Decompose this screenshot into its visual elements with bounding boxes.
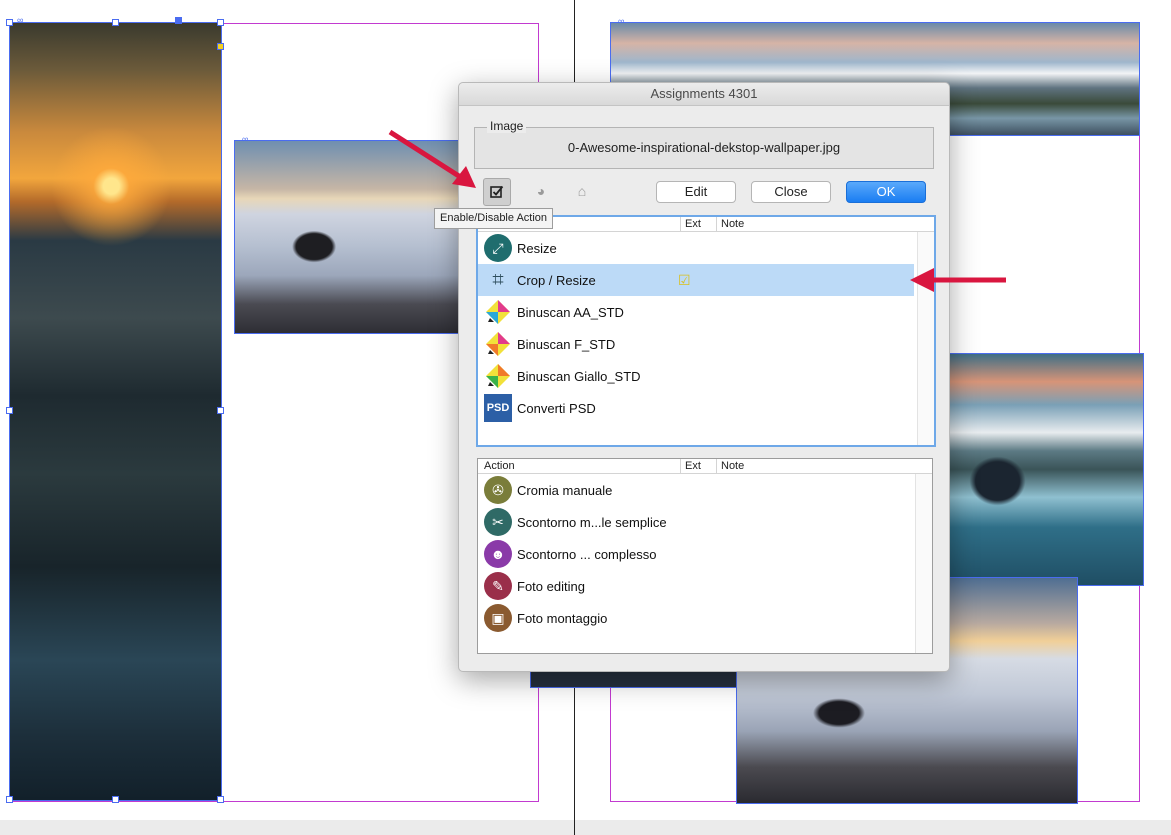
action-label: Cromia manuale (517, 482, 613, 498)
frame-handle[interactable] (6, 19, 13, 26)
action-row-binuscan-giallo[interactable]: Binuscan Giallo_STD (478, 360, 934, 392)
home-icon: ⌂ (577, 183, 587, 199)
image-frame-sunset[interactable] (9, 22, 222, 801)
action-label: Crop / Resize (517, 272, 596, 288)
photos-icon: ▣ (484, 604, 512, 632)
assigned-actions-list[interactable]: Action Ext Note ⤢ Resize ⌗ Crop / Resize… (476, 215, 936, 447)
binuscan-icon (484, 330, 512, 358)
dialog-title: Assignments 4301 (459, 83, 949, 106)
edit-button[interactable]: Edit (656, 181, 736, 203)
column-note[interactable]: Note (716, 217, 744, 231)
column-note[interactable]: Note (716, 459, 744, 473)
frame-handle[interactable] (217, 407, 224, 414)
action-row-resize[interactable]: ⤢ Resize (478, 232, 934, 264)
home-button[interactable]: ⌂ (569, 178, 595, 204)
action-row-cromia-manuale[interactable]: ✇ Cromia manuale (478, 474, 932, 506)
action-row-scontorno-complesso[interactable]: ☻ Scontorno ... complesso (478, 538, 932, 570)
action-row-binuscan-aa[interactable]: Binuscan AA_STD (478, 296, 934, 328)
tooltip: Enable/Disable Action (434, 208, 554, 229)
action-label: Scontorno ... complesso (517, 546, 657, 562)
resize-icon: ⤢ (484, 234, 512, 262)
image-filename: 0-Awesome-inspirational-dekstop-wallpape… (567, 140, 841, 155)
ok-button[interactable]: OK (846, 181, 926, 203)
action-row-foto-montaggio[interactable]: ▣ Foto montaggio (478, 602, 932, 634)
people-icon: ☻ (484, 540, 512, 568)
binuscan-icon (484, 362, 512, 390)
pencil-icon: ✎ (484, 572, 512, 600)
checkbox-check-icon (490, 185, 504, 198)
column-action[interactable]: Action (484, 459, 515, 473)
action-row-scontorno-semplice[interactable]: ✂ Scontorno m...le semplice (478, 506, 932, 538)
scrollbar[interactable] (915, 474, 932, 653)
link-icon: ∞ (618, 16, 625, 26)
close-button[interactable]: Close (751, 181, 831, 203)
frame-handle[interactable] (6, 407, 13, 414)
annotation-arrow-icon (910, 268, 1006, 292)
crop-icon: ⌗ (492, 268, 504, 291)
image-frame-lake[interactable] (940, 353, 1144, 586)
assignments-dialog: Assignments 4301 Image 0-Awesome-inspira… (458, 82, 950, 672)
action-row-crop-resize[interactable]: ⌗ Crop / Resize ☑ (478, 264, 914, 296)
link-icon: ∞ (17, 15, 24, 25)
action-label: Foto montaggio (517, 610, 608, 626)
image-group-label: Image (487, 119, 527, 133)
frame-handle[interactable] (217, 19, 224, 26)
film-reel-icon: ✇ (484, 476, 512, 504)
frame-handle[interactable] (112, 796, 119, 803)
enable-disable-action-button[interactable] (483, 178, 511, 206)
frame-handle[interactable] (175, 17, 182, 24)
binuscan-icon (484, 298, 512, 326)
action-row-binuscan-f[interactable]: Binuscan F_STD (478, 328, 934, 360)
action-label: Binuscan AA_STD (517, 304, 624, 320)
frame-handle[interactable] (217, 796, 224, 803)
scissors-icon: ✂ (484, 508, 512, 536)
action-label: Binuscan F_STD (517, 336, 616, 352)
globe-icon: ◕ (536, 183, 546, 199)
frame-handle[interactable] (6, 796, 13, 803)
image-group: Image 0-Awesome-inspirational-dekstop-wa… (474, 119, 934, 169)
ext-enabled-check-icon[interactable]: ☑ (678, 272, 691, 289)
action-label: Scontorno m...le semplice (517, 514, 667, 530)
available-actions-list[interactable]: Action Ext Note ✇ Cromia manuale ✂ Scont… (477, 458, 933, 654)
action-label: Converti PSD (517, 400, 596, 416)
psd-icon: PSD (484, 394, 512, 422)
action-row-converti-psd[interactable]: PSD Converti PSD (478, 392, 934, 424)
frame-handle[interactable] (217, 43, 224, 50)
list-header: Action Ext Note (478, 459, 932, 474)
action-row-foto-editing[interactable]: ✎ Foto editing (478, 570, 932, 602)
frame-handle[interactable] (112, 19, 119, 26)
action-label: Resize (517, 240, 557, 256)
globe-button[interactable]: ◕ (528, 178, 554, 204)
action-label: Foto editing (517, 578, 585, 594)
action-label: Binuscan Giallo_STD (517, 368, 641, 384)
column-ext[interactable]: Ext (680, 217, 701, 231)
column-ext[interactable]: Ext (680, 459, 701, 473)
link-icon: ∞ (242, 134, 249, 144)
annotation-arrow-icon (388, 129, 476, 188)
